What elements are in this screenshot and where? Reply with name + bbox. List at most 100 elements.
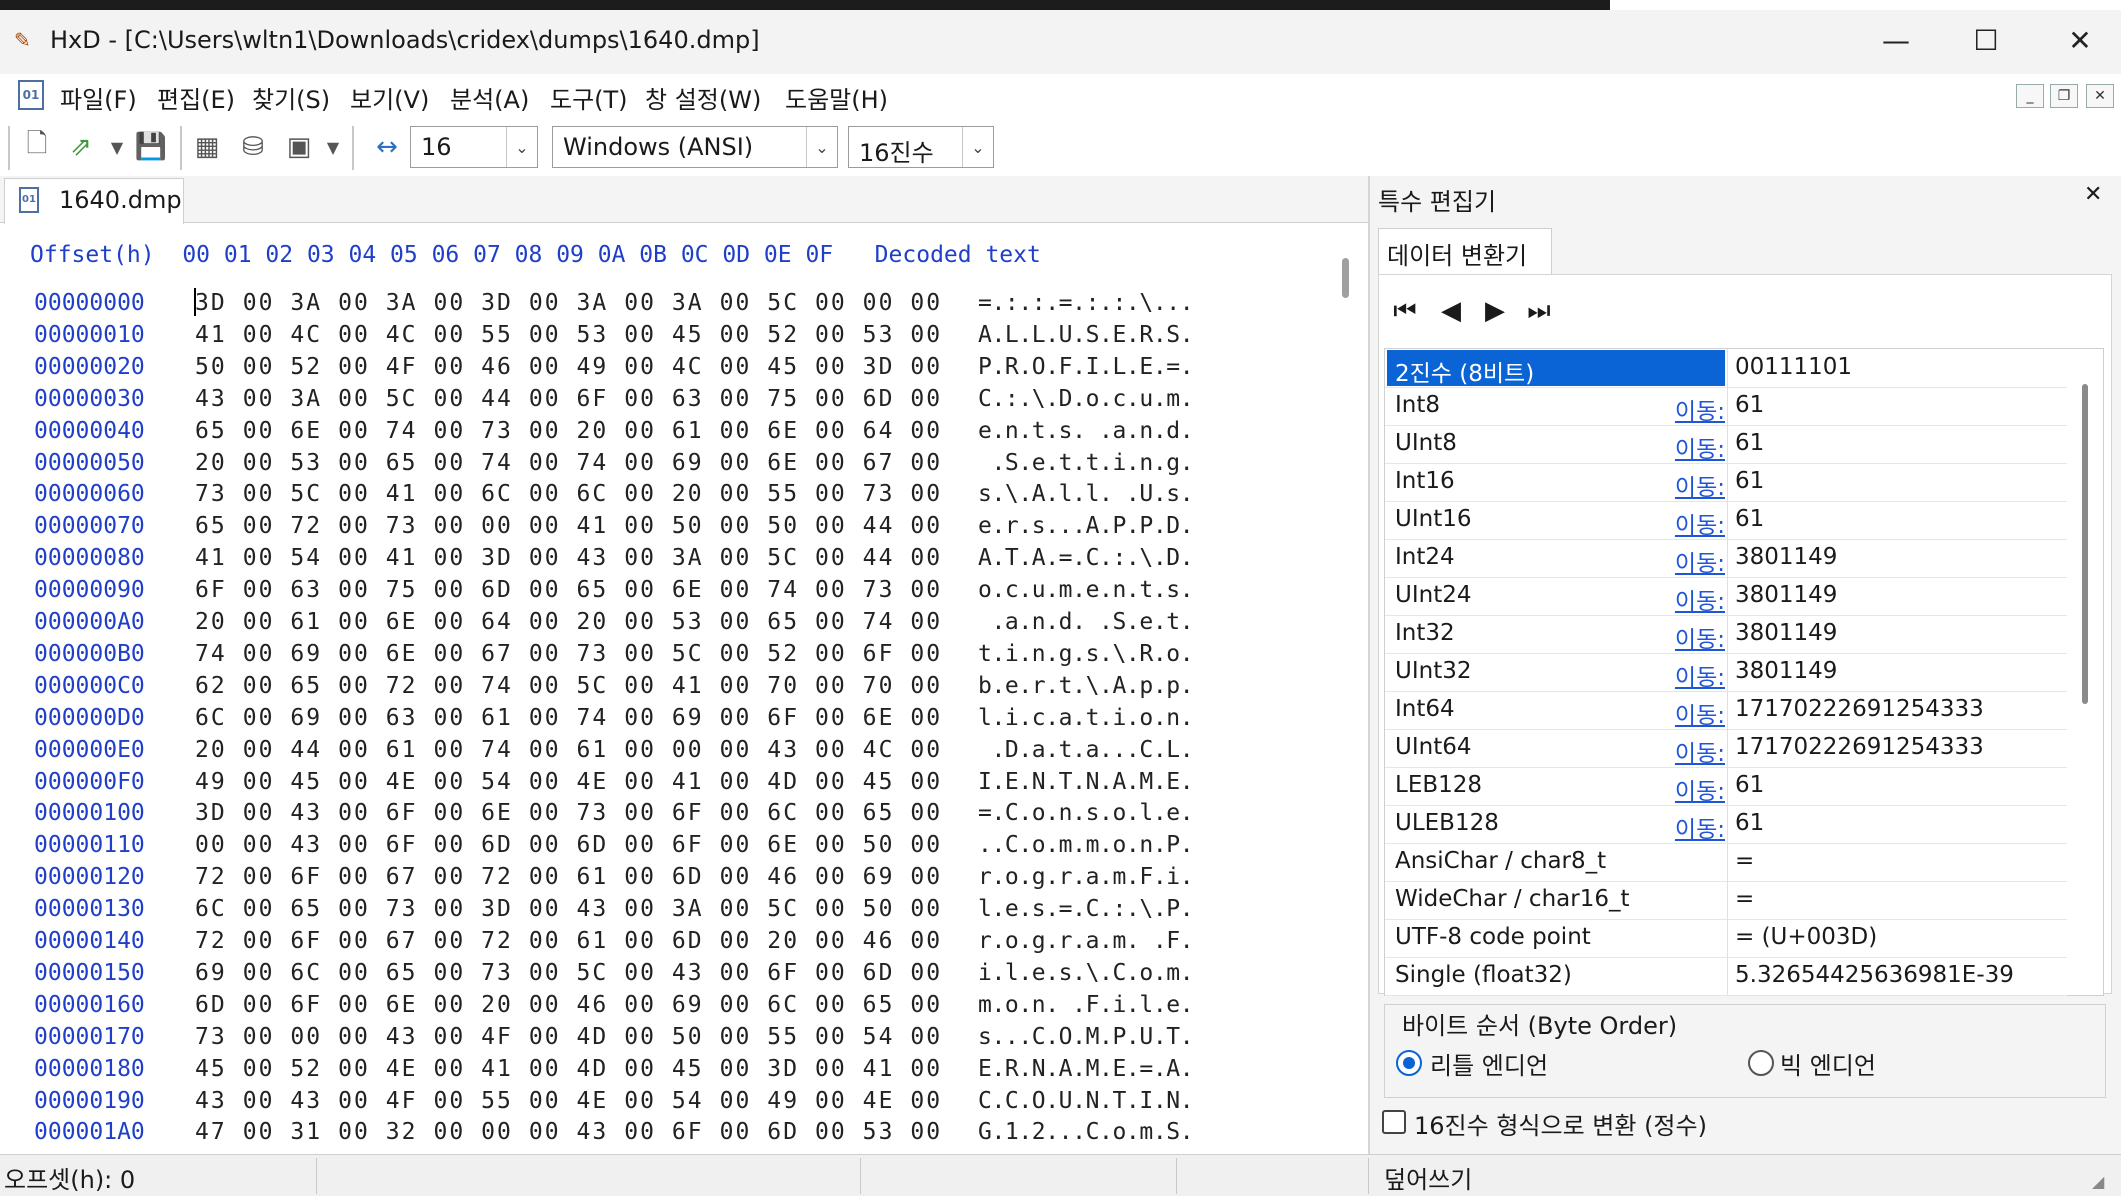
goto-link[interactable]: 이동: bbox=[1665, 430, 1725, 464]
save-icon[interactable]: 💾 bbox=[135, 130, 167, 164]
encoding-select[interactable]: Windows (ANSI) ⌄ bbox=[552, 126, 838, 168]
row-bytes[interactable]: 47 00 31 00 32 00 00 00 43 00 6F 00 6D 0… bbox=[195, 1119, 942, 1145]
new-file-icon[interactable]: 🗋 bbox=[22, 129, 52, 164]
open-file-icon[interactable]: ⇗ bbox=[66, 130, 96, 164]
inspector-value[interactable]: 17170222691254333 bbox=[1735, 696, 1984, 722]
hex-row[interactable]: 00000160 6D 00 6F 00 6E 00 20 00 46 00 69… bbox=[0, 992, 1330, 1022]
row-bytes[interactable]: 65 00 6E 00 74 00 73 00 20 00 61 00 6E 0… bbox=[195, 418, 942, 444]
hex-row[interactable]: 00000010 41 00 4C 00 4C 00 55 00 53 00 45… bbox=[0, 322, 1330, 352]
disk-icon[interactable]: ⛁ bbox=[238, 130, 268, 164]
menu-edit[interactable]: 편집(E) bbox=[157, 80, 235, 115]
tab-1640-dmp[interactable]: 01 1640.dmp bbox=[4, 178, 184, 224]
inspector-row[interactable]: UInt16 이동: 61 bbox=[1385, 501, 2067, 540]
hex-format-checkbox[interactable] bbox=[1382, 1110, 1406, 1134]
document-icon[interactable]: 01 bbox=[18, 80, 44, 110]
chevron-down-icon[interactable]: ⌄ bbox=[962, 127, 993, 167]
mdi-close-icon[interactable]: ✕ bbox=[2086, 84, 2114, 108]
menu-window[interactable]: 창 설정(W) bbox=[645, 80, 761, 115]
chevron-down-icon[interactable]: ⌄ bbox=[506, 127, 537, 167]
process-dropdown-icon[interactable]: ▼ bbox=[318, 130, 348, 164]
hex-row[interactable]: 00000120 72 00 6F 00 67 00 72 00 61 00 6D… bbox=[0, 864, 1330, 894]
goto-link[interactable]: 이동: bbox=[1665, 696, 1725, 730]
menu-search[interactable]: 찾기(S) bbox=[252, 80, 330, 115]
inspector-row[interactable]: UInt32 이동: 3801149 bbox=[1385, 653, 2067, 692]
row-decoded-text[interactable]: I.E.N.T.N.A.M.E. bbox=[978, 769, 1194, 795]
inspector-value[interactable]: 00111101 bbox=[1735, 354, 1852, 380]
data-inspector-grid[interactable]: 2진수 (8비트) 00111101 Int8 이동: 61 UInt8 이동: 61 Int1… bbox=[1384, 348, 2104, 996]
hex-row[interactable]: 00000110 00 00 43 00 6F 00 6D 00 6D 00 6F… bbox=[0, 832, 1330, 862]
goto-link[interactable]: 이동: bbox=[1665, 658, 1725, 692]
menu-tools[interactable]: 도구(T) bbox=[550, 80, 628, 115]
inspector-row[interactable]: LEB128 이동: 61 bbox=[1385, 767, 2067, 806]
row-decoded-text[interactable]: b.e.r.t.\.A.p.p. bbox=[978, 673, 1194, 699]
inspector-row[interactable]: UInt64 이동: 17170222691254333 bbox=[1385, 729, 2067, 768]
goto-link[interactable]: 이동: bbox=[1665, 544, 1725, 578]
row-decoded-text[interactable]: l.e.s.=.C.:.\.P. bbox=[978, 896, 1194, 922]
inspector-row[interactable]: UInt24 이동: 3801149 bbox=[1385, 577, 2067, 616]
goto-link[interactable]: 이동: bbox=[1665, 582, 1725, 616]
open-dropdown-icon[interactable]: ▼ bbox=[102, 130, 132, 164]
panel-close-icon[interactable]: ✕ bbox=[2084, 182, 2102, 207]
inspector-row[interactable]: UInt8 이동: 61 bbox=[1385, 425, 2067, 464]
inspector-value[interactable]: = bbox=[1735, 848, 1754, 874]
inspector-value[interactable]: 61 bbox=[1735, 810, 1764, 836]
hex-row[interactable]: 00000190 43 00 43 00 4F 00 55 00 4E 00 54… bbox=[0, 1088, 1330, 1118]
row-decoded-text[interactable]: l.i.c.a.t.i.o.n. bbox=[978, 705, 1194, 731]
first-icon[interactable]: ⏮ bbox=[1388, 294, 1422, 328]
row-decoded-text[interactable]: =.C.o.n.s.o.l.e. bbox=[978, 800, 1194, 826]
row-decoded-text[interactable]: e.n.t.s. .a.n.d. bbox=[978, 418, 1194, 444]
row-bytes[interactable]: 50 00 52 00 4F 00 46 00 49 00 4C 00 45 0… bbox=[195, 354, 942, 380]
hex-row[interactable]: 00000130 6C 00 65 00 73 00 3D 00 43 00 3A… bbox=[0, 896, 1330, 926]
inspector-value[interactable]: 61 bbox=[1735, 468, 1764, 494]
row-decoded-text[interactable]: G.1.2...C.o.m.S. bbox=[978, 1119, 1194, 1145]
inspector-row[interactable]: ULEB128 이동: 61 bbox=[1385, 805, 2067, 844]
hex-row[interactable]: 000000A0 20 00 61 00 6E 00 64 00 20 00 53… bbox=[0, 609, 1330, 639]
inspector-value[interactable]: 61 bbox=[1735, 430, 1764, 456]
hex-scrollbar-thumb[interactable] bbox=[1342, 258, 1349, 298]
row-bytes[interactable]: 3D 00 3A 00 3A 00 3D 00 3A 00 3A 00 5C 0… bbox=[195, 290, 942, 316]
row-bytes[interactable]: 6C 00 69 00 63 00 61 00 74 00 69 00 6F 0… bbox=[195, 705, 942, 731]
goto-link[interactable]: 이동: bbox=[1665, 468, 1725, 502]
hex-row[interactable]: 00000050 20 00 53 00 65 00 74 00 74 00 69… bbox=[0, 450, 1330, 480]
inspector-value[interactable]: 61 bbox=[1735, 772, 1764, 798]
hex-row[interactable]: 00000180 45 00 52 00 4E 00 41 00 4D 00 45… bbox=[0, 1056, 1330, 1086]
row-bytes[interactable]: 41 00 4C 00 4C 00 55 00 53 00 45 00 52 0… bbox=[195, 322, 942, 348]
inspector-value[interactable]: = bbox=[1735, 886, 1754, 912]
inspector-value[interactable]: 5.32654425636981E-39 bbox=[1735, 962, 2014, 988]
menu-help[interactable]: 도움말(H) bbox=[785, 80, 888, 115]
row-bytes[interactable]: 73 00 00 00 43 00 4F 00 4D 00 50 00 55 0… bbox=[195, 1024, 942, 1050]
row-bytes[interactable]: 62 00 65 00 72 00 74 00 5C 00 41 00 70 0… bbox=[195, 673, 942, 699]
inspector-value[interactable]: 61 bbox=[1735, 506, 1764, 532]
mdi-restore-icon[interactable]: ❐ bbox=[2050, 84, 2078, 108]
goto-link[interactable]: 이동: bbox=[1665, 772, 1725, 806]
next-icon[interactable]: ▶ bbox=[1478, 294, 1512, 328]
hex-row[interactable]: 00000070 65 00 72 00 73 00 00 00 41 00 50… bbox=[0, 513, 1330, 543]
hex-row[interactable]: 000000F0 49 00 45 00 4E 00 54 00 4E 00 41… bbox=[0, 769, 1330, 799]
row-bytes[interactable]: 20 00 53 00 65 00 74 00 74 00 69 00 6E 0… bbox=[195, 450, 942, 476]
row-bytes[interactable]: 72 00 6F 00 67 00 72 00 61 00 6D 00 46 0… bbox=[195, 864, 942, 890]
ram-icon[interactable]: ▦ bbox=[192, 130, 222, 164]
row-bytes[interactable]: 49 00 45 00 4E 00 54 00 4E 00 41 00 4D 0… bbox=[195, 769, 942, 795]
hex-row[interactable]: 000000B0 74 00 69 00 6E 00 67 00 73 00 5C… bbox=[0, 641, 1330, 671]
row-decoded-text[interactable]: i.l.e.s.\.C.o.m. bbox=[978, 960, 1194, 986]
inspector-row[interactable]: WideChar / char16_t = bbox=[1385, 881, 2067, 920]
goto-link[interactable]: 이동: bbox=[1665, 620, 1725, 654]
hex-row[interactable]: 000000E0 20 00 44 00 61 00 74 00 61 00 00… bbox=[0, 737, 1330, 767]
row-decoded-text[interactable]: =.:.:.=.:.:.\... bbox=[978, 290, 1194, 316]
hex-row[interactable]: 000000C0 62 00 65 00 72 00 74 00 5C 00 41… bbox=[0, 673, 1330, 703]
row-bytes[interactable]: 74 00 69 00 6E 00 67 00 73 00 5C 00 52 0… bbox=[195, 641, 942, 667]
goto-link[interactable]: 이동: bbox=[1665, 810, 1725, 844]
last-icon[interactable]: ⏭ bbox=[1522, 294, 1556, 328]
row-bytes[interactable]: 69 00 6C 00 65 00 73 00 5C 00 43 00 6F 0… bbox=[195, 960, 942, 986]
goto-link[interactable]: 이동: bbox=[1665, 392, 1725, 426]
menu-file[interactable]: 파일(F) bbox=[60, 80, 137, 115]
inspector-row[interactable]: Int8 이동: 61 bbox=[1385, 387, 2067, 426]
row-decoded-text[interactable]: .a.n.d. .S.e.t. bbox=[978, 609, 1193, 635]
bytes-per-row-select[interactable]: 16 ⌄ bbox=[410, 126, 538, 168]
resize-grip-icon[interactable]: ◢ bbox=[2092, 1172, 2104, 1191]
grid-scrollbar-thumb[interactable] bbox=[2082, 384, 2088, 704]
inspector-value[interactable]: 61 bbox=[1735, 392, 1764, 418]
row-bytes[interactable]: 3D 00 43 00 6F 00 6E 00 73 00 6F 00 6C 0… bbox=[195, 800, 942, 826]
minimize-button[interactable]: — bbox=[1850, 10, 1942, 70]
chevron-down-icon[interactable]: ⌄ bbox=[806, 127, 837, 167]
